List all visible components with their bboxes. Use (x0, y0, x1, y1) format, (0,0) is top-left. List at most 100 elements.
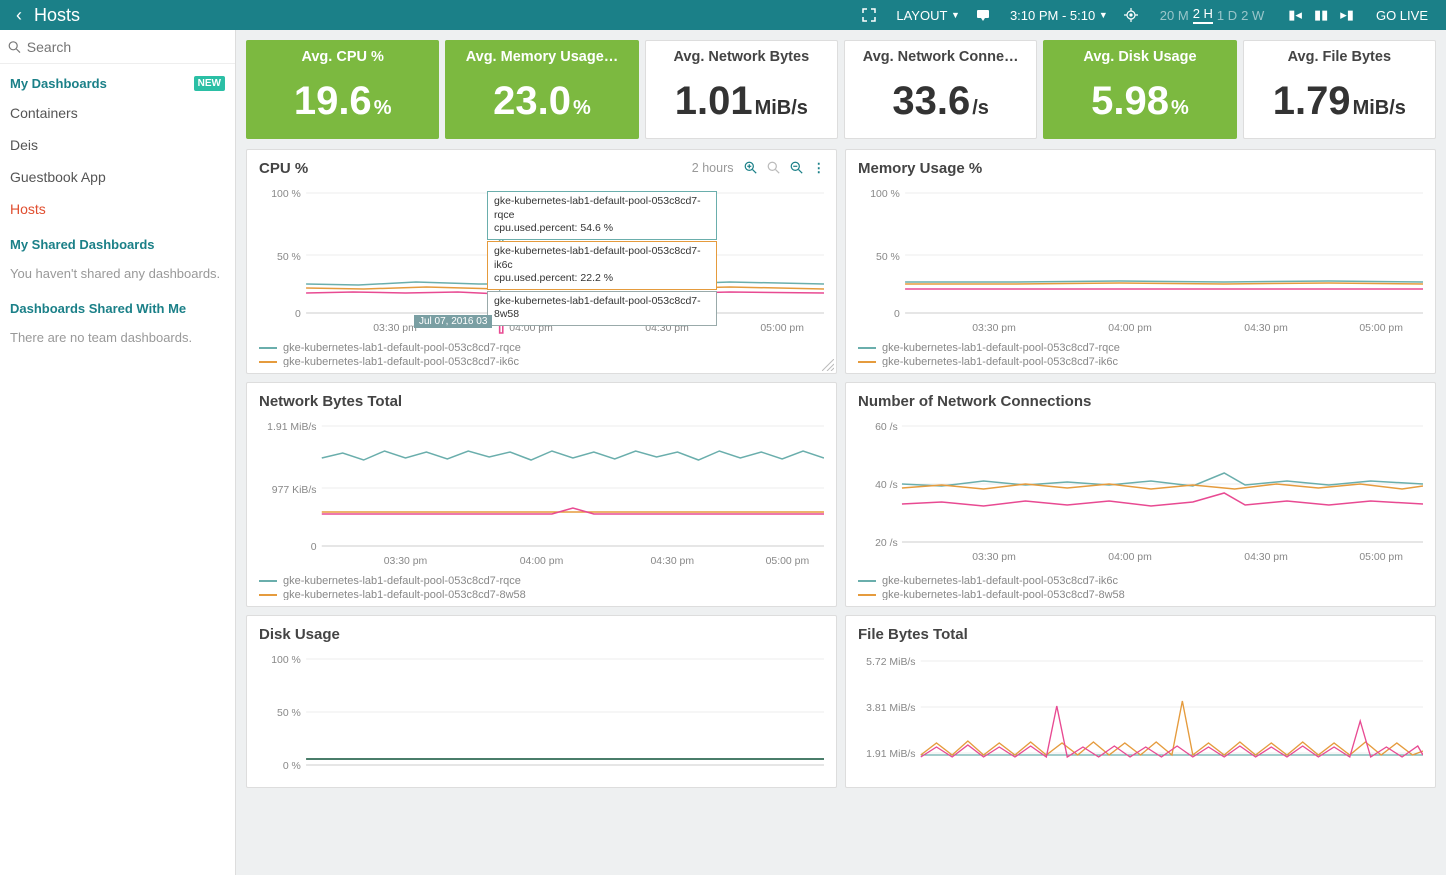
search-box[interactable] (0, 30, 235, 64)
legend: gke-kubernetes-lab1-default-pool-053c8cd… (259, 574, 824, 600)
svg-text:0 %: 0 % (283, 761, 301, 772)
svg-text:50 %: 50 % (277, 252, 301, 263)
kpi-label: Avg. CPU % (259, 49, 426, 65)
more-icon[interactable]: ⋮ (813, 160, 827, 175)
svg-text:05:00 pm: 05:00 pm (1359, 323, 1403, 334)
sidebar-head-sharedwithme[interactable]: Dashboards Shared With Me (0, 289, 235, 322)
time-range-label[interactable]: 3:10 PM - 5:10 ▼ (1010, 8, 1108, 23)
card-netbytes: Network Bytes Total 1.91 MiB/s 977 KiB/s… (246, 382, 837, 607)
tooltip-1: gke-kubernetes-lab1-default-pool-053c8cd… (487, 191, 717, 240)
kpi-card[interactable]: Avg. Network Bytes1.01MiB/s (645, 40, 838, 139)
svg-text:04:30 pm: 04:30 pm (1244, 323, 1288, 334)
svg-text:03:30 pm: 03:30 pm (384, 556, 428, 567)
svg-text:0: 0 (295, 309, 301, 320)
sidebar-head-shared[interactable]: My Shared Dashboards (0, 225, 235, 258)
sidebar-head-my-dashboards[interactable]: My Dashboards NEW (0, 64, 235, 97)
card-title: Disk Usage (259, 626, 824, 643)
annotation-icon[interactable] (976, 8, 994, 22)
svg-text:05:00 pm: 05:00 pm (760, 323, 804, 334)
kpi-value: 1.79MiB/s (1256, 79, 1423, 124)
tooltip-3: gke-kubernetes-lab1-default-pool-053c8cd… (487, 291, 717, 326)
cpu-chart[interactable]: 100 % 50 % 0 03:30 pm (259, 185, 824, 335)
disk-chart[interactable]: 100 % 50 % 0 % (259, 651, 824, 781)
range-20m[interactable]: 20 M (1160, 8, 1189, 23)
range-2w[interactable]: 2 W (1241, 8, 1264, 23)
svg-text:04:00 pm: 04:00 pm (520, 556, 564, 567)
content: Avg. CPU %19.6%Avg. Memory Usage…23.0%Av… (236, 30, 1446, 875)
svg-text:05:00 pm: 05:00 pm (766, 556, 810, 567)
legend: gke-kubernetes-lab1-default-pool-053c8cd… (858, 341, 1423, 367)
svg-text:50 %: 50 % (876, 252, 900, 263)
skip-forward-icon[interactable]: ▸▮ (1340, 7, 1354, 23)
kpi-value: 23.0% (458, 79, 625, 124)
search-icon (8, 40, 21, 54)
kpi-label: Avg. Memory Usage… (458, 49, 625, 65)
playback-controls: ▮◂ ▮▮ ▸▮ (1282, 7, 1360, 23)
svg-text:03:30 pm: 03:30 pm (972, 552, 1016, 563)
svg-text:05:00 pm: 05:00 pm (1359, 552, 1403, 563)
range-1d[interactable]: 1 D (1217, 8, 1237, 23)
layout-dropdown[interactable]: LAYOUT ▼ (896, 8, 960, 23)
sidebar-note-shared: You haven't shared any dashboards. (0, 258, 235, 289)
back-icon[interactable]: ‹ (10, 6, 28, 24)
go-live-button[interactable]: GO LIVE (1376, 8, 1428, 23)
svg-text:04:30 pm: 04:30 pm (1244, 552, 1288, 563)
kpi-value: 1.01MiB/s (658, 79, 825, 124)
svg-text:100 %: 100 % (271, 189, 301, 200)
kpi-card[interactable]: Avg. CPU % 19.6% (246, 40, 439, 139)
card-netconn: Number of Network Connections 60 /s 40 /… (845, 382, 1436, 607)
page-title: Hosts (34, 5, 80, 26)
svg-text:0: 0 (894, 309, 900, 320)
kpi-label: Avg. Disk Usage (1056, 49, 1223, 65)
target-icon[interactable] (1124, 8, 1142, 22)
pause-icon[interactable]: ▮▮ (1314, 7, 1328, 23)
zoom-in-icon[interactable] (744, 161, 757, 174)
svg-text:04:00 pm: 04:00 pm (1108, 552, 1152, 563)
svg-text:1.91 MiB/s: 1.91 MiB/s (866, 749, 915, 760)
card-title: Number of Network Connections (858, 393, 1423, 410)
kpi-card[interactable]: Avg. Memory Usage… 23.0% (445, 40, 638, 139)
card-title: Memory Usage % (858, 160, 1423, 177)
sidebar-item-guestbook[interactable]: Guestbook App (0, 161, 235, 193)
sidebar-note-team: There are no team dashboards. (0, 322, 235, 353)
kpi-label: Avg. Network Conne… (857, 49, 1024, 65)
card-memory: Memory Usage % 100 % 50 % 0 03:30 pm 04:… (845, 149, 1436, 374)
svg-text:03:30 pm: 03:30 pm (373, 323, 417, 334)
kpi-value: 19.6% (259, 79, 426, 124)
svg-text:40 /s: 40 /s (875, 480, 898, 491)
kpi-value: 5.98% (1056, 79, 1223, 124)
card-controls: 2 hours ⋮ (692, 160, 826, 175)
fullscreen-icon[interactable] (862, 8, 880, 22)
sidebar-item-deis[interactable]: Deis (0, 129, 235, 161)
search-input[interactable] (27, 39, 227, 55)
topbar: ‹ Hosts LAYOUT ▼ 3:10 PM - 5:10 ▼ 20 M 2… (0, 0, 1446, 30)
svg-text:04:00 pm: 04:00 pm (1108, 323, 1152, 334)
timestamp-tag: Jul 07, 2016 03 (414, 315, 492, 328)
kpi-card[interactable]: Avg. Network Conne…33.6/s (844, 40, 1037, 139)
filebytes-chart[interactable]: 5.72 MiB/s 3.81 MiB/s 1.91 MiB/s (858, 651, 1423, 781)
kpi-label: Avg. File Bytes (1256, 49, 1423, 65)
netconn-chart[interactable]: 60 /s 40 /s 20 /s 03:30 pm 04:00 pm 04:3… (858, 418, 1423, 568)
range-label: 2 hours (692, 161, 734, 175)
svg-text:60 /s: 60 /s (875, 422, 898, 433)
sidebar-item-hosts[interactable]: Hosts (0, 193, 235, 225)
svg-text:100 %: 100 % (870, 189, 900, 200)
range-2h[interactable]: 2 H (1193, 6, 1213, 24)
card-filebytes: File Bytes Total 5.72 MiB/s 3.81 MiB/s 1… (845, 615, 1436, 788)
card-cpu: CPU % 2 hours ⋮ 100 % 50 % 0 (246, 149, 837, 374)
skip-back-icon[interactable]: ▮◂ (1288, 7, 1302, 23)
sidebar-item-containers[interactable]: Containers (0, 97, 235, 129)
netbytes-chart[interactable]: 1.91 MiB/s 977 KiB/s 0 03:30 pm 04:00 pm… (259, 418, 824, 568)
legend: gke-kubernetes-lab1-default-pool-053c8cd… (259, 341, 824, 367)
svg-text:1.91 MiB/s: 1.91 MiB/s (267, 422, 316, 433)
kpi-card[interactable]: Avg. Disk Usage 5.98% (1043, 40, 1236, 139)
zoom-reset-icon[interactable] (767, 161, 780, 174)
tooltip-stack: gke-kubernetes-lab1-default-pool-053c8cd… (487, 191, 717, 326)
zoom-out-icon[interactable] (790, 161, 803, 174)
card-title: File Bytes Total (858, 626, 1423, 643)
memory-chart[interactable]: 100 % 50 % 0 03:30 pm 04:00 pm 04:30 pm … (858, 185, 1423, 335)
svg-text:20 /s: 20 /s (875, 538, 898, 549)
resize-handle-icon[interactable] (822, 359, 834, 371)
time-range-buttons: 20 M 2 H 1 D 2 W (1158, 6, 1267, 24)
kpi-card[interactable]: Avg. File Bytes 1.79MiB/s (1243, 40, 1436, 139)
